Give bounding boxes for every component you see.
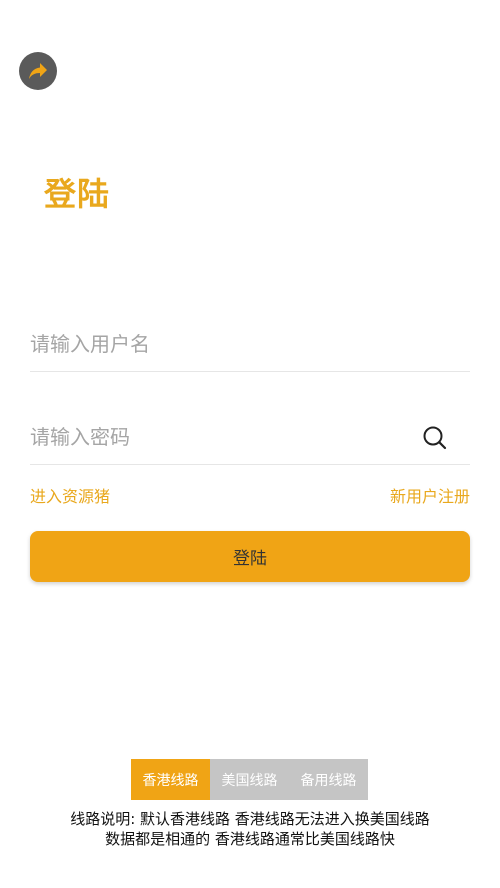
line-note-2: 数据都是相通的 香港线路通常比美国线路快 xyxy=(105,830,395,848)
register-link[interactable]: 新用户注册 xyxy=(390,486,470,508)
line-tab-usa[interactable]: 美国线路 xyxy=(210,759,289,800)
password-input[interactable] xyxy=(30,412,410,462)
password-reveal-button[interactable] xyxy=(422,425,448,451)
login-page: 登陆 进入资源猪 新用户注册 登陆 香港线路 美国线路 备用线路 线路说明: 默… xyxy=(0,0,500,888)
username-input[interactable] xyxy=(30,319,410,369)
line-note-1: 线路说明: 默认香港线路 香港线路无法进入换美国线路 xyxy=(70,810,430,828)
line-selector: 香港线路 美国线路 备用线路 xyxy=(131,759,368,800)
page-title: 登陆 xyxy=(44,175,111,213)
line-tab-hongkong[interactable]: 香港线路 xyxy=(131,759,210,800)
password-field xyxy=(30,412,470,465)
line-tab-backup[interactable]: 备用线路 xyxy=(289,759,368,800)
share-button[interactable] xyxy=(19,52,57,90)
login-button[interactable]: 登陆 xyxy=(30,531,470,582)
search-icon xyxy=(423,426,447,450)
enter-app-link[interactable]: 进入资源猪 xyxy=(30,486,110,508)
username-field xyxy=(30,319,470,372)
line-notes: 线路说明: 默认香港线路 香港线路无法进入换美国线路 数据都是相通的 香港线路通… xyxy=(0,809,500,849)
share-arrow-icon xyxy=(29,63,47,79)
